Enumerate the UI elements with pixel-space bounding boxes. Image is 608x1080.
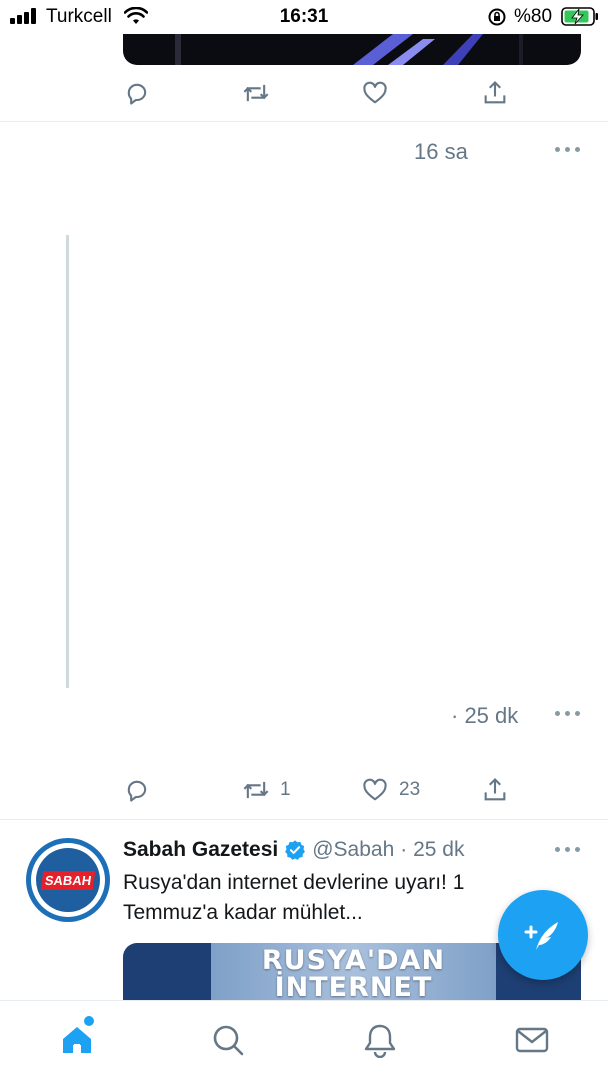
tab-home[interactable] — [57, 1020, 97, 1060]
author-handle[interactable]: @Sabah — [312, 838, 394, 862]
retweet-icon — [243, 781, 269, 799]
reply-icon — [127, 780, 147, 802]
like-button[interactable] — [361, 73, 389, 113]
tweet-text[interactable]: Rusya'dan internet devlerine uyarı! 1 Te… — [123, 868, 543, 928]
tweet-time: 16 sa — [414, 139, 468, 164]
retweet-icon — [243, 84, 269, 102]
notifications-icon — [364, 1024, 396, 1058]
like-icon — [363, 81, 387, 104]
more-options-button[interactable] — [555, 146, 581, 154]
like-count: 23 — [399, 779, 421, 800]
author-name[interactable]: Sabah Gazetesi — [123, 838, 278, 862]
tab-search[interactable] — [208, 1020, 248, 1060]
messages-icon — [515, 1027, 549, 1053]
battery-percent: %80 — [514, 6, 553, 27]
tweet-author-row: Sabah Gazetesi @Sabah · 25 dk — [123, 836, 464, 864]
retweet-count: 1 — [280, 779, 291, 800]
share-icon — [484, 778, 506, 801]
verified-badge-icon — [285, 840, 306, 860]
tab-notifications[interactable] — [360, 1020, 400, 1060]
reply-button[interactable] — [123, 73, 151, 113]
tab-messages[interactable] — [512, 1020, 552, 1060]
thread-connector-line — [66, 235, 69, 688]
status-bar: Turkcell 16:31 %80 — [0, 0, 608, 34]
reply-button[interactable] — [123, 770, 151, 810]
orientation-lock-icon — [488, 8, 506, 26]
tweet-time: · 25 dk — [400, 838, 465, 861]
more-options-button[interactable] — [555, 710, 581, 718]
share-button[interactable] — [481, 73, 509, 113]
previous-tweet-media[interactable] — [123, 34, 581, 65]
battery-charging-icon — [561, 7, 598, 26]
media-headline-line1: RUSYA'DAN — [261, 945, 446, 976]
more-options-button[interactable] — [555, 846, 581, 854]
divider — [0, 819, 608, 820]
retweet-button[interactable] — [242, 73, 270, 113]
compose-tweet-icon — [524, 922, 558, 950]
tweet-time: · 25 dk — [451, 703, 519, 728]
media-headline: RUSYA'DAN İNTERNET — [211, 947, 496, 1001]
like-icon — [363, 778, 387, 801]
tweet-actions — [0, 73, 608, 113]
like-button[interactable]: 23 — [361, 770, 420, 810]
share-button[interactable] — [481, 770, 509, 810]
reply-icon — [127, 83, 147, 105]
compose-tweet-button[interactable] — [498, 890, 588, 980]
divider — [0, 121, 608, 122]
search-icon — [213, 1025, 244, 1056]
home-unread-dot — [84, 1016, 94, 1026]
sabah-logo: SABAH — [36, 848, 100, 912]
tweet-actions: 1 23 — [0, 770, 608, 810]
avatar-ring: SABAH — [31, 843, 105, 917]
home-icon — [63, 1027, 91, 1053]
retweet-button[interactable]: 1 — [242, 770, 291, 810]
media-headline-line2: İNTERNET — [274, 972, 433, 1003]
avatar-logo-text: SABAH — [40, 870, 96, 890]
share-icon — [484, 81, 506, 104]
avatar[interactable]: SABAH — [26, 838, 110, 922]
